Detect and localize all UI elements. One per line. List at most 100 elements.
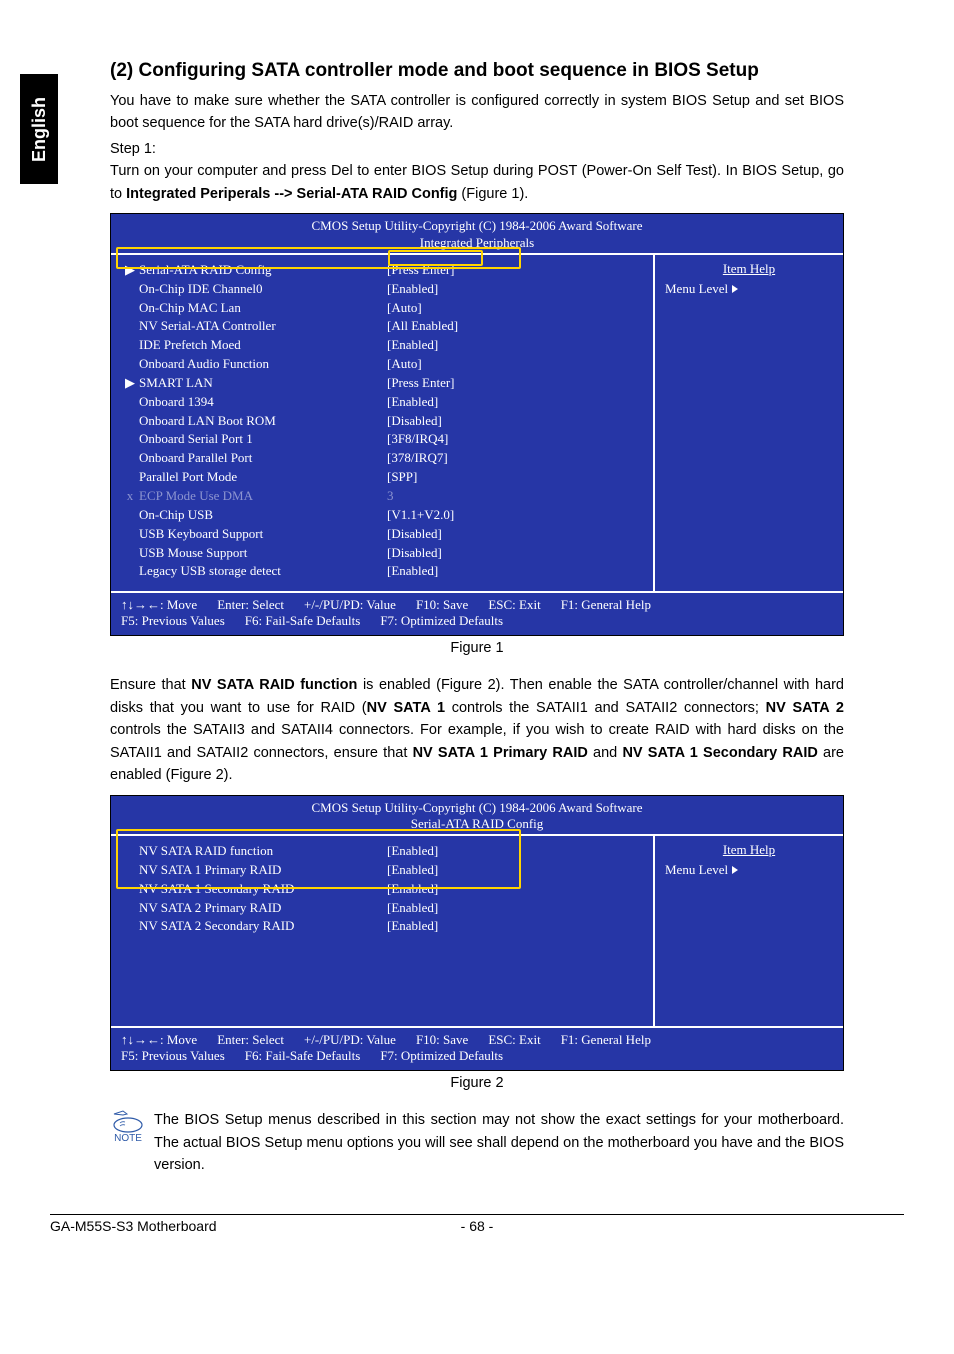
triangle-right-icon: [732, 285, 738, 293]
bios-row: NV SATA 1 Secondary RAID[Enabled]: [121, 880, 643, 899]
side-sub-label: Menu Level: [665, 281, 728, 297]
bios-row: On-Chip MAC Lan[Auto]: [121, 299, 643, 318]
language-tab: English: [20, 74, 58, 184]
row-value: [SPP]: [387, 468, 643, 487]
step1-paragraph: Turn on your computer and press Del to e…: [110, 160, 844, 205]
row-value: [Enabled]: [387, 880, 643, 899]
note-label: NOTE: [114, 1133, 142, 1144]
note-text: The BIOS Setup menus described in this s…: [154, 1109, 844, 1176]
row-marker: ▶: [121, 261, 139, 280]
row-value: [V1.1+V2.0]: [387, 506, 643, 525]
bios-footer-keys: ↑↓→←: MoveEnter: Select+/-/PU/PD: ValueF…: [111, 1028, 843, 1070]
row-label: Onboard Parallel Port: [139, 449, 387, 468]
row-label: Onboard Serial Port 1: [139, 430, 387, 449]
row-value: 3: [387, 487, 643, 506]
bold: NV SATA 1: [367, 700, 445, 716]
bios-row: NV SATA 1 Primary RAID[Enabled]: [121, 861, 643, 880]
bios-main-panel: NV SATA RAID function[Enabled]NV SATA 1 …: [111, 836, 653, 1026]
row-marker: [121, 468, 139, 487]
paragraph-2: Ensure that NV SATA RAID function is ena…: [110, 674, 844, 786]
bold: NV SATA 1 Primary RAID: [413, 745, 588, 761]
row-value: [Disabled]: [387, 544, 643, 563]
row-label: SMART LAN: [139, 374, 387, 393]
row-marker: x: [121, 487, 139, 506]
bios-row: Parallel Port Mode[SPP]: [121, 468, 643, 487]
footer-key: Enter: Select: [217, 597, 284, 613]
row-marker: [121, 562, 139, 581]
footer-key: +/-/PU/PD: Value: [304, 1032, 396, 1048]
row-marker: ▶: [121, 374, 139, 393]
footer-key: F6: Fail-Safe Defaults: [245, 613, 361, 629]
bios-side-panel: Item Help Menu Level: [653, 836, 843, 1026]
row-label: NV SATA 1 Secondary RAID: [139, 880, 387, 899]
bios-row: USB Mouse Support[Disabled]: [121, 544, 643, 563]
bios-main-panel: ▶Serial-ATA RAID Config[Press Enter]On-C…: [111, 255, 653, 591]
footer-key: F7: Optimized Defaults: [380, 1048, 503, 1064]
bold: NV SATA 2: [766, 700, 844, 716]
bios-row: Legacy USB storage detect[Enabled]: [121, 562, 643, 581]
text: (Figure 1).: [457, 186, 528, 202]
text: Ensure that: [110, 677, 191, 693]
row-marker: [121, 393, 139, 412]
row-label: On-Chip USB: [139, 506, 387, 525]
side-menu-level: Menu Level: [665, 862, 833, 878]
footer-key: F7: Optimized Defaults: [380, 613, 503, 629]
footer-key: +/-/PU/PD: Value: [304, 597, 396, 613]
footer-product: GA-M55S-S3 Motherboard: [50, 1218, 417, 1234]
footer-key: ↑↓→←: Move: [121, 597, 197, 613]
row-label: Onboard LAN Boot ROM: [139, 412, 387, 431]
footer-key: F10: Save: [416, 1032, 468, 1048]
row-value: [Enabled]: [387, 393, 643, 412]
row-value: [Disabled]: [387, 525, 643, 544]
menu-path-bold: Integrated Periperals --> Serial-ATA RAI…: [126, 186, 457, 202]
row-label: ECP Mode Use DMA: [139, 487, 387, 506]
row-marker: [121, 430, 139, 449]
footer-key: ESC: Exit: [488, 1032, 540, 1048]
row-marker: [121, 317, 139, 336]
side-sub-label: Menu Level: [665, 862, 728, 878]
figure1-caption: Figure 1: [110, 640, 844, 656]
row-value: [Press Enter]: [387, 374, 643, 393]
footer-page-number: - 68 -: [417, 1218, 537, 1234]
bios-row: Onboard 1394[Enabled]: [121, 393, 643, 412]
footer-key: ↑↓→←: Move: [121, 1032, 197, 1048]
footer-key: F5: Previous Values: [121, 1048, 225, 1064]
row-label: On-Chip MAC Lan: [139, 299, 387, 318]
row-value: [Enabled]: [387, 899, 643, 918]
row-label: USB Keyboard Support: [139, 525, 387, 544]
row-label: NV Serial-ATA Controller: [139, 317, 387, 336]
bios-footer-keys: ↑↓→←: MoveEnter: Select+/-/PU/PD: ValueF…: [111, 593, 843, 635]
bios-subtitle: Serial-ATA RAID Config: [111, 816, 843, 832]
row-value: [Enabled]: [387, 917, 643, 936]
footer-key: Enter: Select: [217, 1032, 284, 1048]
figure2-caption: Figure 2: [110, 1075, 844, 1091]
footer-key: F5: Previous Values: [121, 613, 225, 629]
row-value: [Press Enter]: [387, 261, 643, 280]
side-title: Item Help: [665, 261, 833, 277]
bios-row: Onboard Audio Function[Auto]: [121, 355, 643, 374]
bios-row: NV Serial-ATA Controller[All Enabled]: [121, 317, 643, 336]
row-label: NV SATA RAID function: [139, 842, 387, 861]
note-block: NOTE The BIOS Setup menus described in t…: [110, 1109, 844, 1176]
row-label: Serial-ATA RAID Config: [139, 261, 387, 280]
row-label: On-Chip IDE Channel0: [139, 280, 387, 299]
intro-paragraph: You have to make sure whether the SATA c…: [110, 90, 844, 135]
text: controls the SATAII1 and SATAII2 connect…: [445, 700, 766, 716]
row-value: [Auto]: [387, 299, 643, 318]
row-label: Parallel Port Mode: [139, 468, 387, 487]
row-label: Onboard 1394: [139, 393, 387, 412]
row-marker: [121, 899, 139, 918]
footer-key: F1: General Help: [561, 1032, 651, 1048]
row-value: [378/IRQ7]: [387, 449, 643, 468]
row-label: IDE Prefetch Moed: [139, 336, 387, 355]
bios-row: Onboard Serial Port 1[3F8/IRQ4]: [121, 430, 643, 449]
row-marker: [121, 355, 139, 374]
bios-header: CMOS Setup Utility-Copyright (C) 1984-20…: [111, 214, 843, 253]
row-value: [Disabled]: [387, 412, 643, 431]
row-marker: [121, 842, 139, 861]
row-label: Legacy USB storage detect: [139, 562, 387, 581]
triangle-right-icon: [732, 866, 738, 874]
side-title: Item Help: [665, 842, 833, 858]
row-value: [Enabled]: [387, 842, 643, 861]
row-marker: [121, 299, 139, 318]
